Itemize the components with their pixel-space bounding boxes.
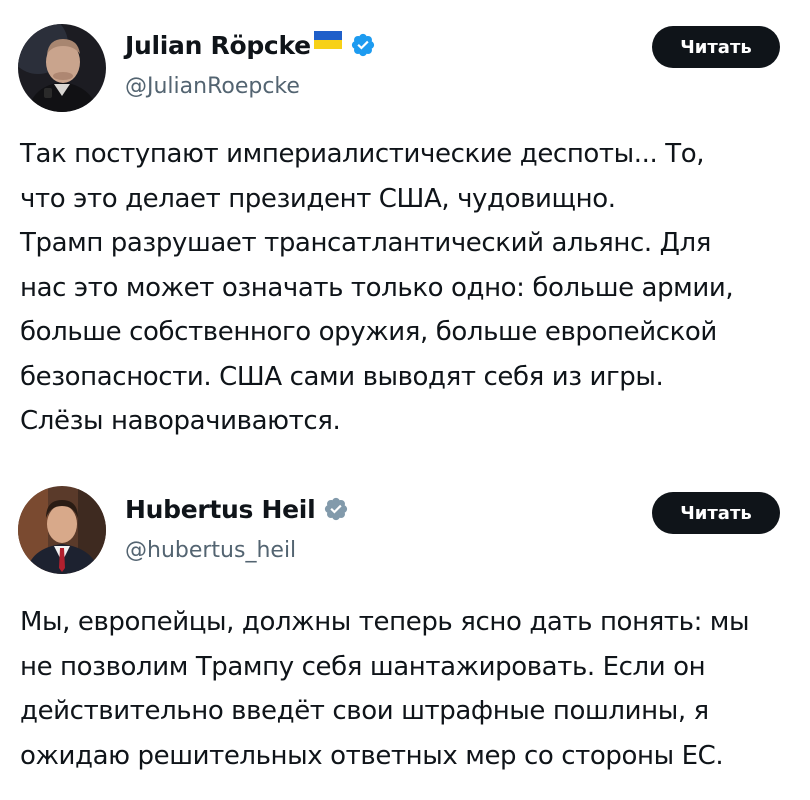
tweet-text-line: Мы, европейцы, должны теперь ясно дать п… — [20, 607, 750, 637]
author-name-row[interactable]: Julian Röpcke — [125, 28, 376, 62]
author-name-row[interactable]: Hubertus Heil — [125, 492, 349, 526]
tweet-text-line: Слёзы наворачиваются. — [20, 406, 341, 436]
verified-badge-icon[interactable] — [350, 32, 376, 58]
tweet-text: Так поступают империалистические деспоты… — [20, 132, 800, 444]
tweet-text-line: не позволим Трампу себя шантажировать. Е… — [20, 651, 706, 682]
tweet-text-line: Так поступают империалистические деспоты… — [20, 139, 705, 169]
read-button[interactable]: Читать — [652, 492, 780, 534]
tweet-text-line: действительно введёт свои штрафные пошли… — [20, 696, 709, 726]
verified-badge-icon[interactable] — [323, 496, 349, 522]
avatar[interactable] — [18, 24, 106, 112]
tweet-text-line: что это делает президент США, чудовищно. — [20, 183, 616, 214]
tweet-text-line: Трамп разрушает трансатлантический альян… — [20, 228, 711, 258]
author-display-name[interactable]: Julian Röpcke — [125, 31, 311, 60]
tweet-text-line: безопасности. США сами выводят себя из и… — [20, 361, 664, 392]
avatar[interactable] — [18, 486, 106, 574]
ukraine-flag-icon — [313, 31, 342, 49]
author-handle[interactable]: @hubertus_heil — [125, 538, 296, 563]
author-display-name[interactable]: Hubertus Heil — [125, 495, 316, 524]
read-button[interactable]: Читать — [652, 26, 780, 68]
tweet-text: Мы, европейцы, должны теперь ясно дать п… — [20, 600, 800, 778]
tweet-text-line: ожидаю решительных ответных мер со сторо… — [20, 740, 724, 771]
tweet-text-line: нас это может означать только одно: боль… — [20, 272, 734, 303]
tweet-text-line: больше собственного оружия, больше европ… — [20, 317, 717, 347]
author-handle[interactable]: @JulianRoepcke — [125, 74, 300, 99]
